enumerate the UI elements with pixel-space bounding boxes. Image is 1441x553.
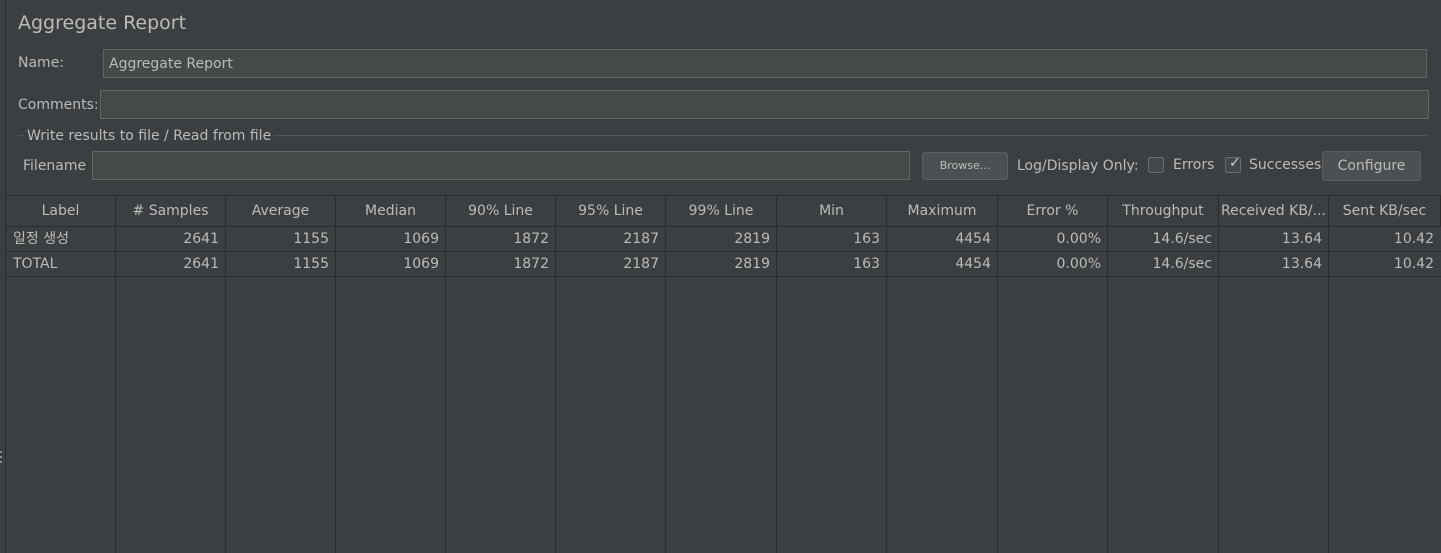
cell-min: 163 [853, 256, 880, 272]
cell-90-line: 1872 [513, 231, 549, 247]
column-header-99-line[interactable]: 99% Line [666, 195, 777, 227]
checkmark-icon: ✓ [1229, 155, 1241, 171]
successes-label: Successes [1249, 157, 1322, 173]
filename-field[interactable] [92, 151, 910, 180]
log-display-only-label: Log/Display Only: [1017, 158, 1139, 174]
cell-label: 일정 생성 [13, 231, 69, 247]
cell-95-line: 2187 [623, 256, 659, 272]
cell-sent-kb: 10.42 [1393, 231, 1434, 247]
cell-99-line: 2819 [734, 231, 770, 247]
cell-median: 1069 [403, 256, 439, 272]
cell-maximum: 4454 [955, 256, 991, 272]
cell-label: TOTAL [13, 256, 58, 272]
table-row[interactable]: 일정 생성 2641 1155 1069 1872 2187 2819 163 … [6, 227, 1441, 252]
column-header-throughput[interactable]: Throughput [1108, 195, 1219, 227]
cell-average: 1155 [293, 256, 329, 272]
cell-throughput: 14.6/sec [1152, 231, 1213, 247]
column-header-maximum[interactable]: Maximum [887, 195, 998, 227]
name-field[interactable] [103, 49, 1427, 78]
cell-95-line: 2187 [623, 231, 659, 247]
column-header-90-line[interactable]: 90% Line [446, 195, 556, 227]
browse-button[interactable]: Browse... [922, 152, 1008, 180]
table-header: Label # Samples Average Median 90% Line … [6, 195, 1441, 227]
table-row[interactable]: TOTAL 2641 1155 1069 1872 2187 2819 163 … [6, 252, 1441, 277]
cell-error-percent: 0.00% [1056, 256, 1101, 272]
configure-button[interactable]: Configure [1322, 151, 1421, 181]
comments-label: Comments: [18, 97, 99, 113]
filename-label: Filename [23, 158, 87, 174]
cell-samples: 2641 [183, 231, 219, 247]
cell-average: 1155 [293, 231, 329, 247]
cell-received-kb: 13.64 [1281, 256, 1322, 272]
column-header-average[interactable]: Average [226, 195, 336, 227]
cell-99-line: 2819 [734, 256, 770, 272]
errors-checkbox[interactable] [1148, 157, 1164, 173]
cell-received-kb: 13.64 [1281, 231, 1322, 247]
column-header-median[interactable]: Median [336, 195, 446, 227]
column-header-min[interactable]: Min [777, 195, 887, 227]
column-header-error-percent[interactable]: Error % [998, 195, 1108, 227]
errors-label: Errors [1173, 157, 1215, 173]
cell-samples: 2641 [183, 256, 219, 272]
cell-90-line: 1872 [513, 256, 549, 272]
cell-sent-kb: 10.42 [1393, 256, 1434, 272]
cell-min: 163 [853, 231, 880, 247]
cell-maximum: 4454 [955, 231, 991, 247]
column-header-samples[interactable]: # Samples [116, 195, 226, 227]
column-header-received-kb[interactable]: Received KB/... [1219, 195, 1329, 227]
column-header-95-line[interactable]: 95% Line [556, 195, 666, 227]
page-title: Aggregate Report [18, 12, 187, 34]
cell-throughput: 14.6/sec [1152, 256, 1213, 272]
column-header-label[interactable]: Label [6, 195, 116, 227]
cell-median: 1069 [403, 231, 439, 247]
cell-error-percent: 0.00% [1056, 231, 1101, 247]
aggregate-report-table: Label # Samples Average Median 90% Line … [6, 195, 1441, 553]
name-label: Name: [18, 55, 65, 71]
file-group-title: Write results to file / Read from file [24, 128, 275, 144]
column-header-sent-kb[interactable]: Sent KB/sec [1329, 195, 1441, 227]
successes-checkbox[interactable]: ✓ [1225, 155, 1241, 173]
resize-grip-icon[interactable] [0, 448, 3, 464]
comments-field[interactable] [100, 90, 1429, 119]
